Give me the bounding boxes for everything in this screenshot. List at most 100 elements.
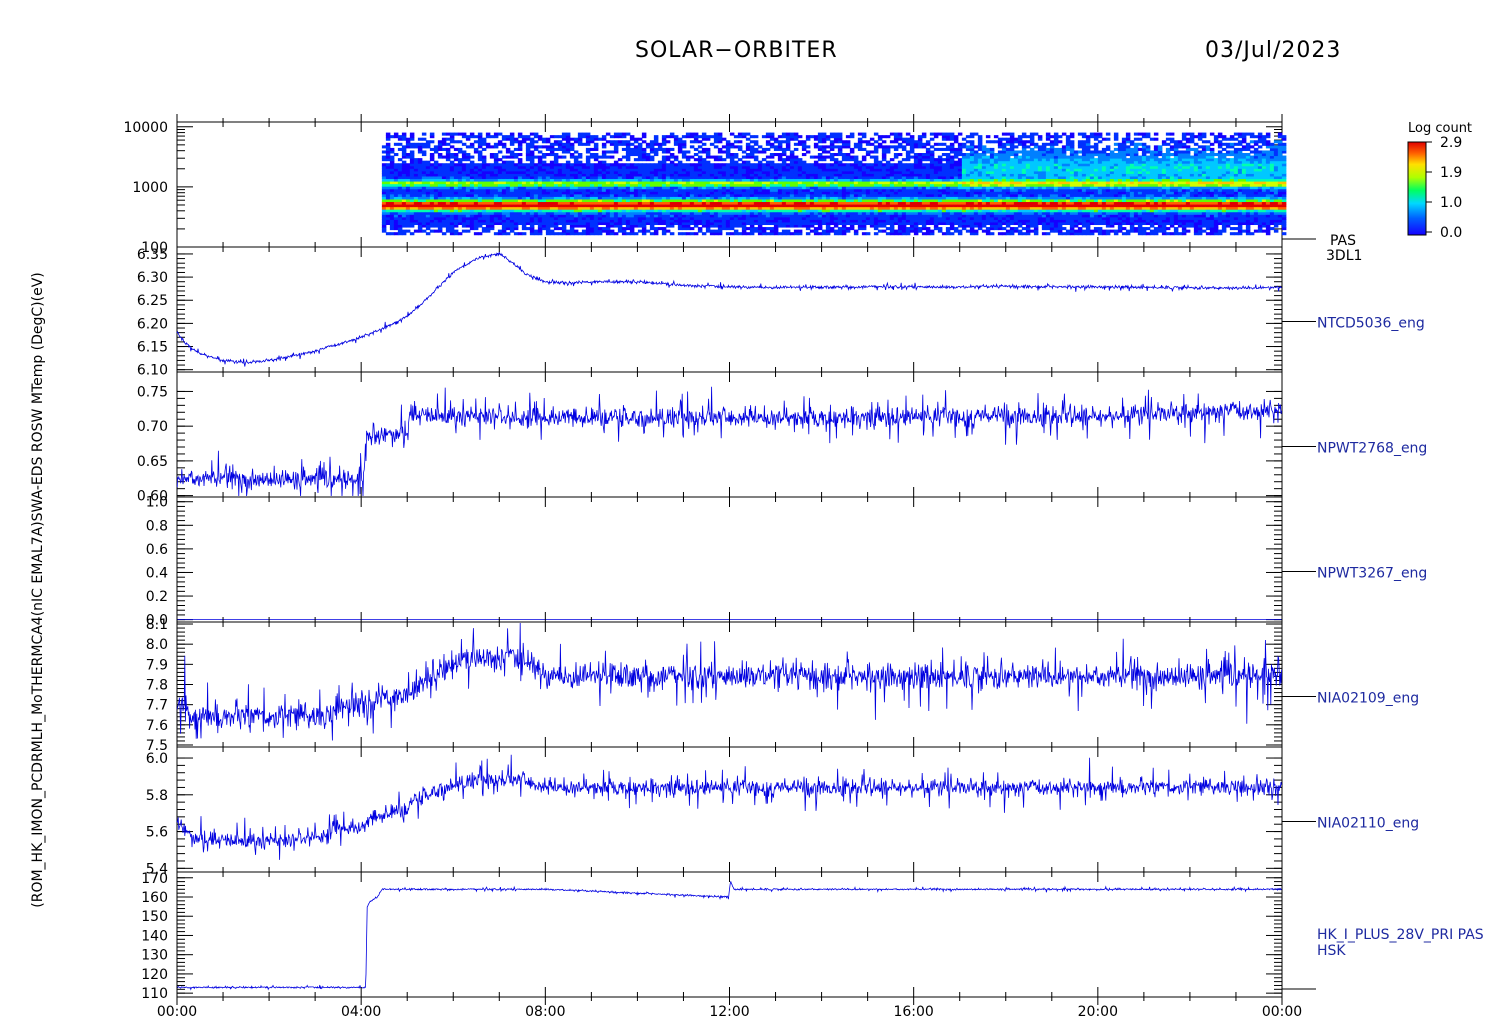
spectrogram-cell <box>625 163 631 167</box>
spectrogram-cell <box>585 155 591 159</box>
spectrogram-cell <box>805 163 811 167</box>
spectrogram-cell <box>961 137 967 141</box>
spectrogram-cell <box>721 145 727 149</box>
spectrogram-cell <box>553 147 559 151</box>
spectrogram-cell <box>721 158 727 162</box>
y-tick-label: 10000 <box>123 120 168 136</box>
spectrogram-cell <box>809 229 815 233</box>
spectrogram-cell <box>481 227 487 231</box>
spectrogram-cell <box>953 135 959 139</box>
spectrogram-cell <box>505 135 511 139</box>
spectrogram-cell <box>877 160 883 164</box>
spectrogram-cell <box>857 160 863 164</box>
spectrogram-cell <box>557 163 563 167</box>
spectrogram-cell <box>857 132 863 136</box>
spectrogram-cell <box>945 145 951 149</box>
spectrogram-cell <box>553 140 559 144</box>
spectrogram-cell <box>601 160 607 164</box>
spectrogram-cell <box>877 135 883 139</box>
spectrogram-cell <box>925 147 931 151</box>
spectrogram-cell <box>473 135 479 139</box>
spectrogram-cell <box>733 140 739 144</box>
spectrogram-cell <box>625 232 631 236</box>
spectrogram-cell <box>473 140 479 144</box>
spectrogram-cell <box>517 153 523 157</box>
spectrogram-cell <box>701 232 707 236</box>
spectrogram-cell <box>961 153 967 157</box>
spectrogram-cell <box>665 147 671 151</box>
spectrogram-cell <box>525 135 531 139</box>
spectrogram-cell <box>777 135 783 139</box>
spectrogram-cell <box>653 147 659 151</box>
spectrogram-cell <box>697 155 703 159</box>
spectrogram-cell <box>897 142 903 146</box>
spectrogram-cell <box>937 147 943 151</box>
spectrogram-cell <box>549 160 555 164</box>
spectrogram-cell <box>937 132 943 136</box>
spectrogram-cell <box>825 135 831 139</box>
spectrogram-cell <box>621 140 627 144</box>
spectrogram-cell <box>801 153 807 157</box>
spectrogram-cell <box>837 132 843 136</box>
spectrogram-cell <box>901 163 907 167</box>
spectrogram-cell <box>405 229 411 233</box>
spectrogram-cell <box>605 163 611 167</box>
spectrogram-cell <box>465 135 471 139</box>
spectrogram-cell <box>389 155 395 159</box>
spectrogram-cell <box>557 135 563 139</box>
spectrogram-cell <box>721 150 727 154</box>
spectrogram-cell <box>413 142 419 146</box>
spectrogram-cell <box>673 163 679 167</box>
spectrogram-cell <box>417 137 423 141</box>
spectrogram-cell <box>921 142 927 146</box>
spectrogram-cell <box>493 132 499 136</box>
spectrogram-cell <box>477 232 483 236</box>
spectrogram-cell <box>493 142 499 146</box>
spectrogram-cell <box>737 140 743 144</box>
spectrogram-cell <box>489 135 495 139</box>
spectrogram-cell <box>797 140 803 144</box>
spectrogram-cell <box>765 132 771 136</box>
spectrogram-cell <box>745 227 751 231</box>
spectrogram-cell <box>733 135 739 139</box>
spectrogram-cell <box>545 137 551 141</box>
spectrogram-cell <box>709 135 715 139</box>
spectrogram-cell <box>873 132 879 136</box>
spectrogram-cell <box>393 163 399 167</box>
spectrogram-cell <box>477 132 483 136</box>
spectrogram-cell <box>473 163 479 167</box>
spectrogram-cell <box>577 160 583 164</box>
spectrogram-cell <box>689 155 695 159</box>
spectrogram-cell <box>761 135 767 139</box>
spectrogram-cell <box>505 160 511 164</box>
spectrogram-cell <box>925 163 931 167</box>
spectrogram-cell <box>717 147 723 151</box>
spectrogram-cell <box>749 145 755 149</box>
spectrogram-cell <box>753 155 759 159</box>
spectrogram-cell <box>449 145 455 149</box>
spectrogram-cell <box>681 140 687 144</box>
spectrogram-cell <box>857 137 863 141</box>
spectrogram-cell <box>641 147 647 151</box>
spectrogram-cell <box>421 229 427 233</box>
spectrogram-cell <box>749 140 755 144</box>
spectrogram-cell <box>437 140 443 144</box>
spectrogram-cell <box>713 163 719 167</box>
spectrogram-cell <box>541 137 547 141</box>
spectrogram-cell <box>941 163 947 167</box>
spectrogram-cell <box>441 232 447 236</box>
spectrogram-cell <box>721 163 727 167</box>
spectrogram-cell <box>837 145 843 149</box>
spectrogram-cell <box>629 135 635 139</box>
spectrogram-cell <box>853 229 859 233</box>
spectrogram-cell <box>457 140 463 144</box>
spectrogram-cell <box>773 163 779 167</box>
spectrogram-cell <box>429 229 435 233</box>
spectrogram-cell <box>513 163 519 167</box>
spectrogram-cell <box>737 232 743 236</box>
spectrogram-cell <box>917 153 923 157</box>
spectrogram-cell <box>469 160 475 164</box>
spectrogram-cell <box>937 155 943 159</box>
spectrogram-cell <box>385 132 391 136</box>
spectrogram-cell <box>737 163 743 167</box>
